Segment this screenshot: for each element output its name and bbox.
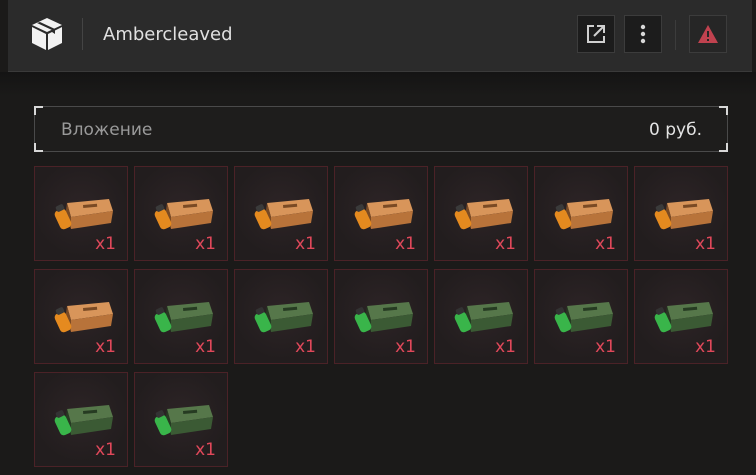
item-cell[interactable]: x1: [334, 269, 428, 364]
investment-value: 0 руб.: [649, 120, 702, 140]
item-quantity: x1: [395, 337, 416, 357]
warning-triangle-icon: [698, 25, 718, 43]
green-ammo-case-icon: [654, 302, 713, 333]
green-ammo-case-icon: [54, 405, 113, 436]
more-menu-button[interactable]: [624, 15, 662, 53]
header-divider-right: [675, 20, 676, 50]
corner-bracket: [34, 143, 43, 152]
item-quantity: x1: [295, 337, 316, 357]
orange-ammo-case-icon: [454, 199, 513, 230]
item-cell[interactable]: x1: [134, 269, 228, 364]
orange-ammo-case-icon: [254, 199, 313, 230]
green-ammo-case-icon: [154, 302, 213, 333]
external-link-icon: [587, 25, 605, 43]
orange-ammo-case-icon: [154, 199, 213, 230]
item-quantity: x1: [195, 440, 216, 460]
corner-bracket: [719, 106, 728, 115]
corner-bracket: [719, 143, 728, 152]
item-grid: x1 x1 x1 x1 x1 x1 x1 x1 x1 x1 x1 x1 x1 x1 x1 x1: [34, 166, 734, 467]
item-cell[interactable]: x1: [334, 166, 428, 261]
green-ammo-case-icon: [154, 405, 213, 436]
item-quantity: x1: [395, 234, 416, 254]
item-cell[interactable]: x1: [234, 166, 328, 261]
item-quantity: x1: [495, 337, 516, 357]
orange-ammo-case-icon: [554, 199, 613, 230]
green-ammo-case-icon: [354, 302, 413, 333]
item-cell[interactable]: x1: [634, 166, 728, 261]
item-cell[interactable]: x1: [434, 166, 528, 261]
orange-ammo-case-icon: [354, 199, 413, 230]
cube-box-icon: [32, 18, 62, 50]
item-quantity: x1: [595, 337, 616, 357]
item-cell[interactable]: x1: [34, 166, 128, 261]
orange-ammo-case-icon: [54, 302, 113, 333]
green-ammo-case-icon: [454, 302, 513, 333]
item-cell[interactable]: x1: [34, 269, 128, 364]
item-cell[interactable]: x1: [534, 166, 628, 261]
header-divider: [82, 18, 83, 50]
item-cell[interactable]: x1: [134, 166, 228, 261]
item-cell[interactable]: x1: [634, 269, 728, 364]
page-title: Ambercleaved: [103, 24, 233, 45]
header-bar: Ambercleaved: [8, 0, 752, 72]
item-quantity: x1: [195, 337, 216, 357]
item-quantity: x1: [95, 337, 116, 357]
more-vertical-icon: [640, 24, 646, 44]
item-cell[interactable]: x1: [434, 269, 528, 364]
item-quantity: x1: [195, 234, 216, 254]
item-quantity: x1: [695, 234, 716, 254]
orange-ammo-case-icon: [54, 199, 113, 230]
item-quantity: x1: [295, 234, 316, 254]
open-external-button[interactable]: [577, 15, 615, 53]
item-cell[interactable]: x1: [534, 269, 628, 364]
orange-ammo-case-icon: [654, 199, 713, 230]
header-shadow: [0, 72, 756, 96]
item-cell[interactable]: x1: [134, 372, 228, 467]
item-quantity: x1: [95, 440, 116, 460]
item-quantity: x1: [495, 234, 516, 254]
item-cell[interactable]: x1: [234, 269, 328, 364]
green-ammo-case-icon: [254, 302, 313, 333]
item-quantity: x1: [95, 234, 116, 254]
green-ammo-case-icon: [554, 302, 613, 333]
corner-bracket: [34, 106, 43, 115]
investment-label: Вложение: [61, 120, 153, 140]
report-button[interactable]: [689, 15, 727, 53]
item-quantity: x1: [595, 234, 616, 254]
item-quantity: x1: [695, 337, 716, 357]
item-cell[interactable]: x1: [34, 372, 128, 467]
investment-panel: Вложение 0 руб.: [34, 106, 728, 152]
